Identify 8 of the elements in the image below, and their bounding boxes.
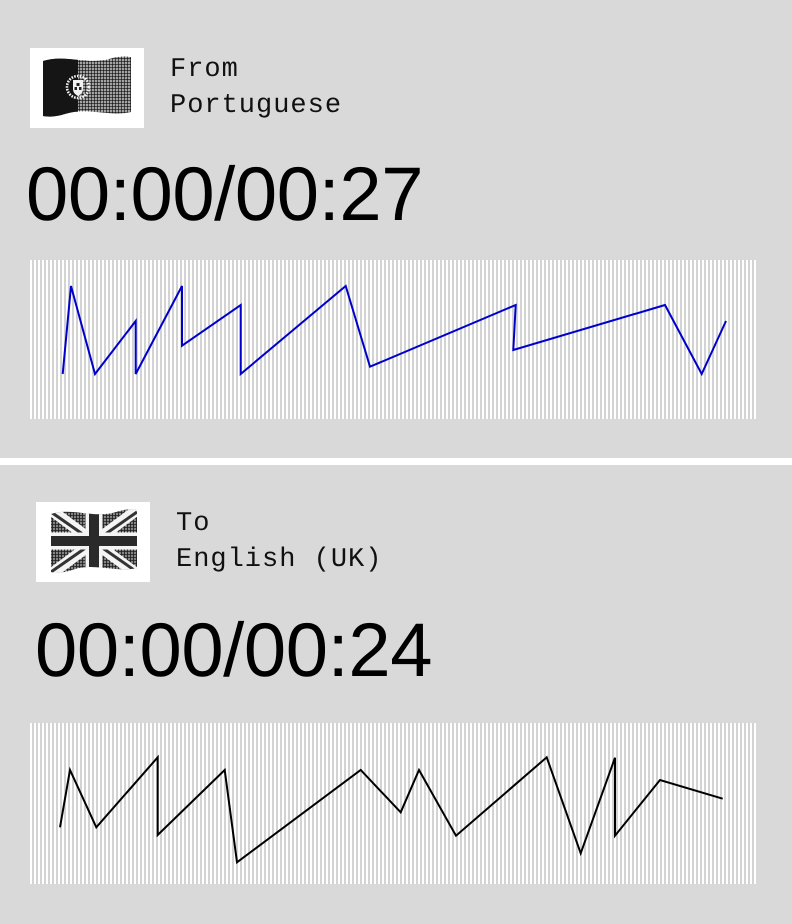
direction-label: From [170,54,239,87]
portugal-flag-icon [30,48,144,128]
uk-flag-icon [36,502,150,582]
direction-label: To [176,508,210,541]
time-readout: 00:00/00:24 [35,613,432,689]
language-label: Portuguese [170,90,342,123]
language-label: English (UK) [176,544,382,577]
time-readout: 00:00/00:27 [26,157,424,233]
